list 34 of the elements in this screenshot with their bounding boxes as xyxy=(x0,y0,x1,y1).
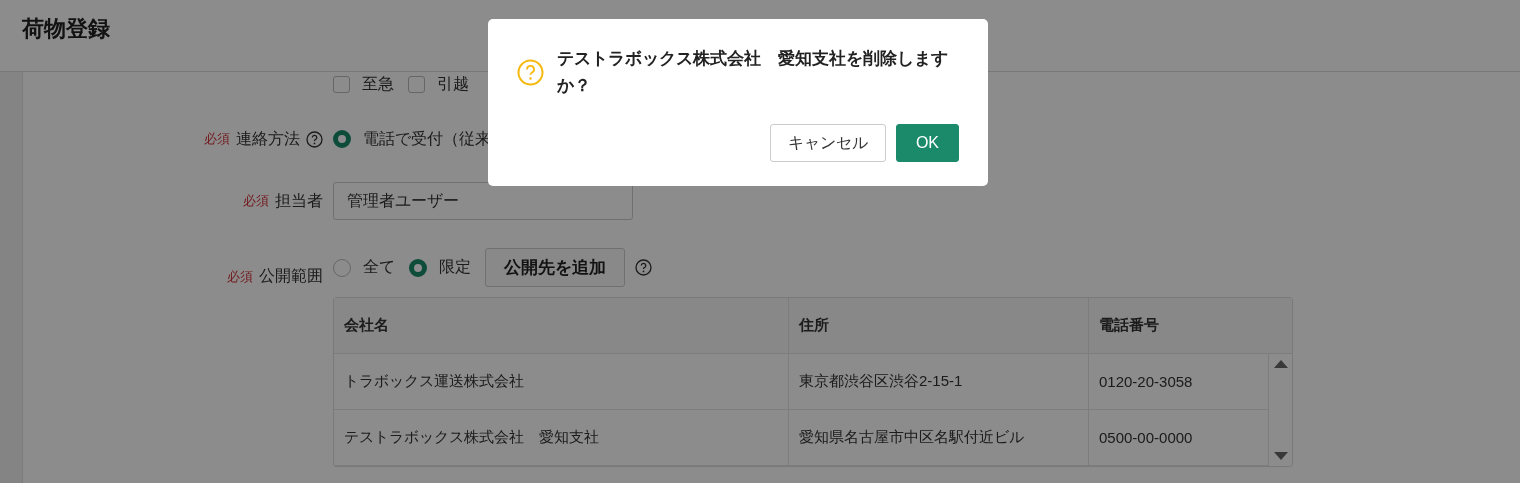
page-title: 荷物登録 xyxy=(22,15,110,43)
checkbox[interactable] xyxy=(333,75,350,93)
help-icon[interactable] xyxy=(635,259,652,276)
field-label: 公開範囲 xyxy=(259,266,323,286)
ok-button[interactable]: OK xyxy=(895,124,959,162)
column-header: 電話番号 xyxy=(1089,298,1292,354)
question-icon xyxy=(517,58,544,86)
column-header: 会社名 xyxy=(334,298,789,354)
table-cell: 0120-20-3058 xyxy=(1089,354,1269,410)
required-tag: 必須 xyxy=(204,130,230,148)
required-tag: 必須 xyxy=(243,192,269,210)
radio-label[interactable]: 全て xyxy=(363,257,395,278)
radio-button[interactable] xyxy=(333,130,351,148)
required-tag: 必須 xyxy=(227,267,253,286)
field-label: 担当者 xyxy=(275,190,323,211)
help-icon[interactable] xyxy=(306,130,323,148)
radio-button[interactable] xyxy=(333,258,351,277)
table-cell: 0500-00-0000 xyxy=(1089,410,1269,466)
table-cell: テストラボックス株式会社 愛知支社 xyxy=(334,410,789,466)
column-header: 住所 xyxy=(789,298,1089,354)
add-recipient-button[interactable]: 公開先を追加 xyxy=(485,248,625,287)
field-label: 連絡方法 xyxy=(236,128,300,149)
dialog-message: テストラボックス株式会社 愛知支社を削除しますか？ xyxy=(557,48,949,97)
radio-button[interactable] xyxy=(409,258,427,277)
scroll-down-icon[interactable] xyxy=(1273,452,1288,460)
checkbox[interactable] xyxy=(408,75,425,93)
table-cell: 東京都渋谷区渋谷2-15-1 xyxy=(789,354,1089,410)
table-cell: 愛知県名古屋市中区名駅付近ビル xyxy=(789,410,1089,466)
table-cell: トラボックス運送株式会社 xyxy=(334,354,789,410)
checkbox-label[interactable]: 至急 xyxy=(362,73,394,95)
checkbox-label[interactable]: 引越 xyxy=(437,73,469,95)
radio-label[interactable]: 限定 xyxy=(439,257,471,278)
cancel-button[interactable]: キャンセル xyxy=(769,124,886,162)
scroll-up-icon[interactable] xyxy=(1273,360,1288,368)
